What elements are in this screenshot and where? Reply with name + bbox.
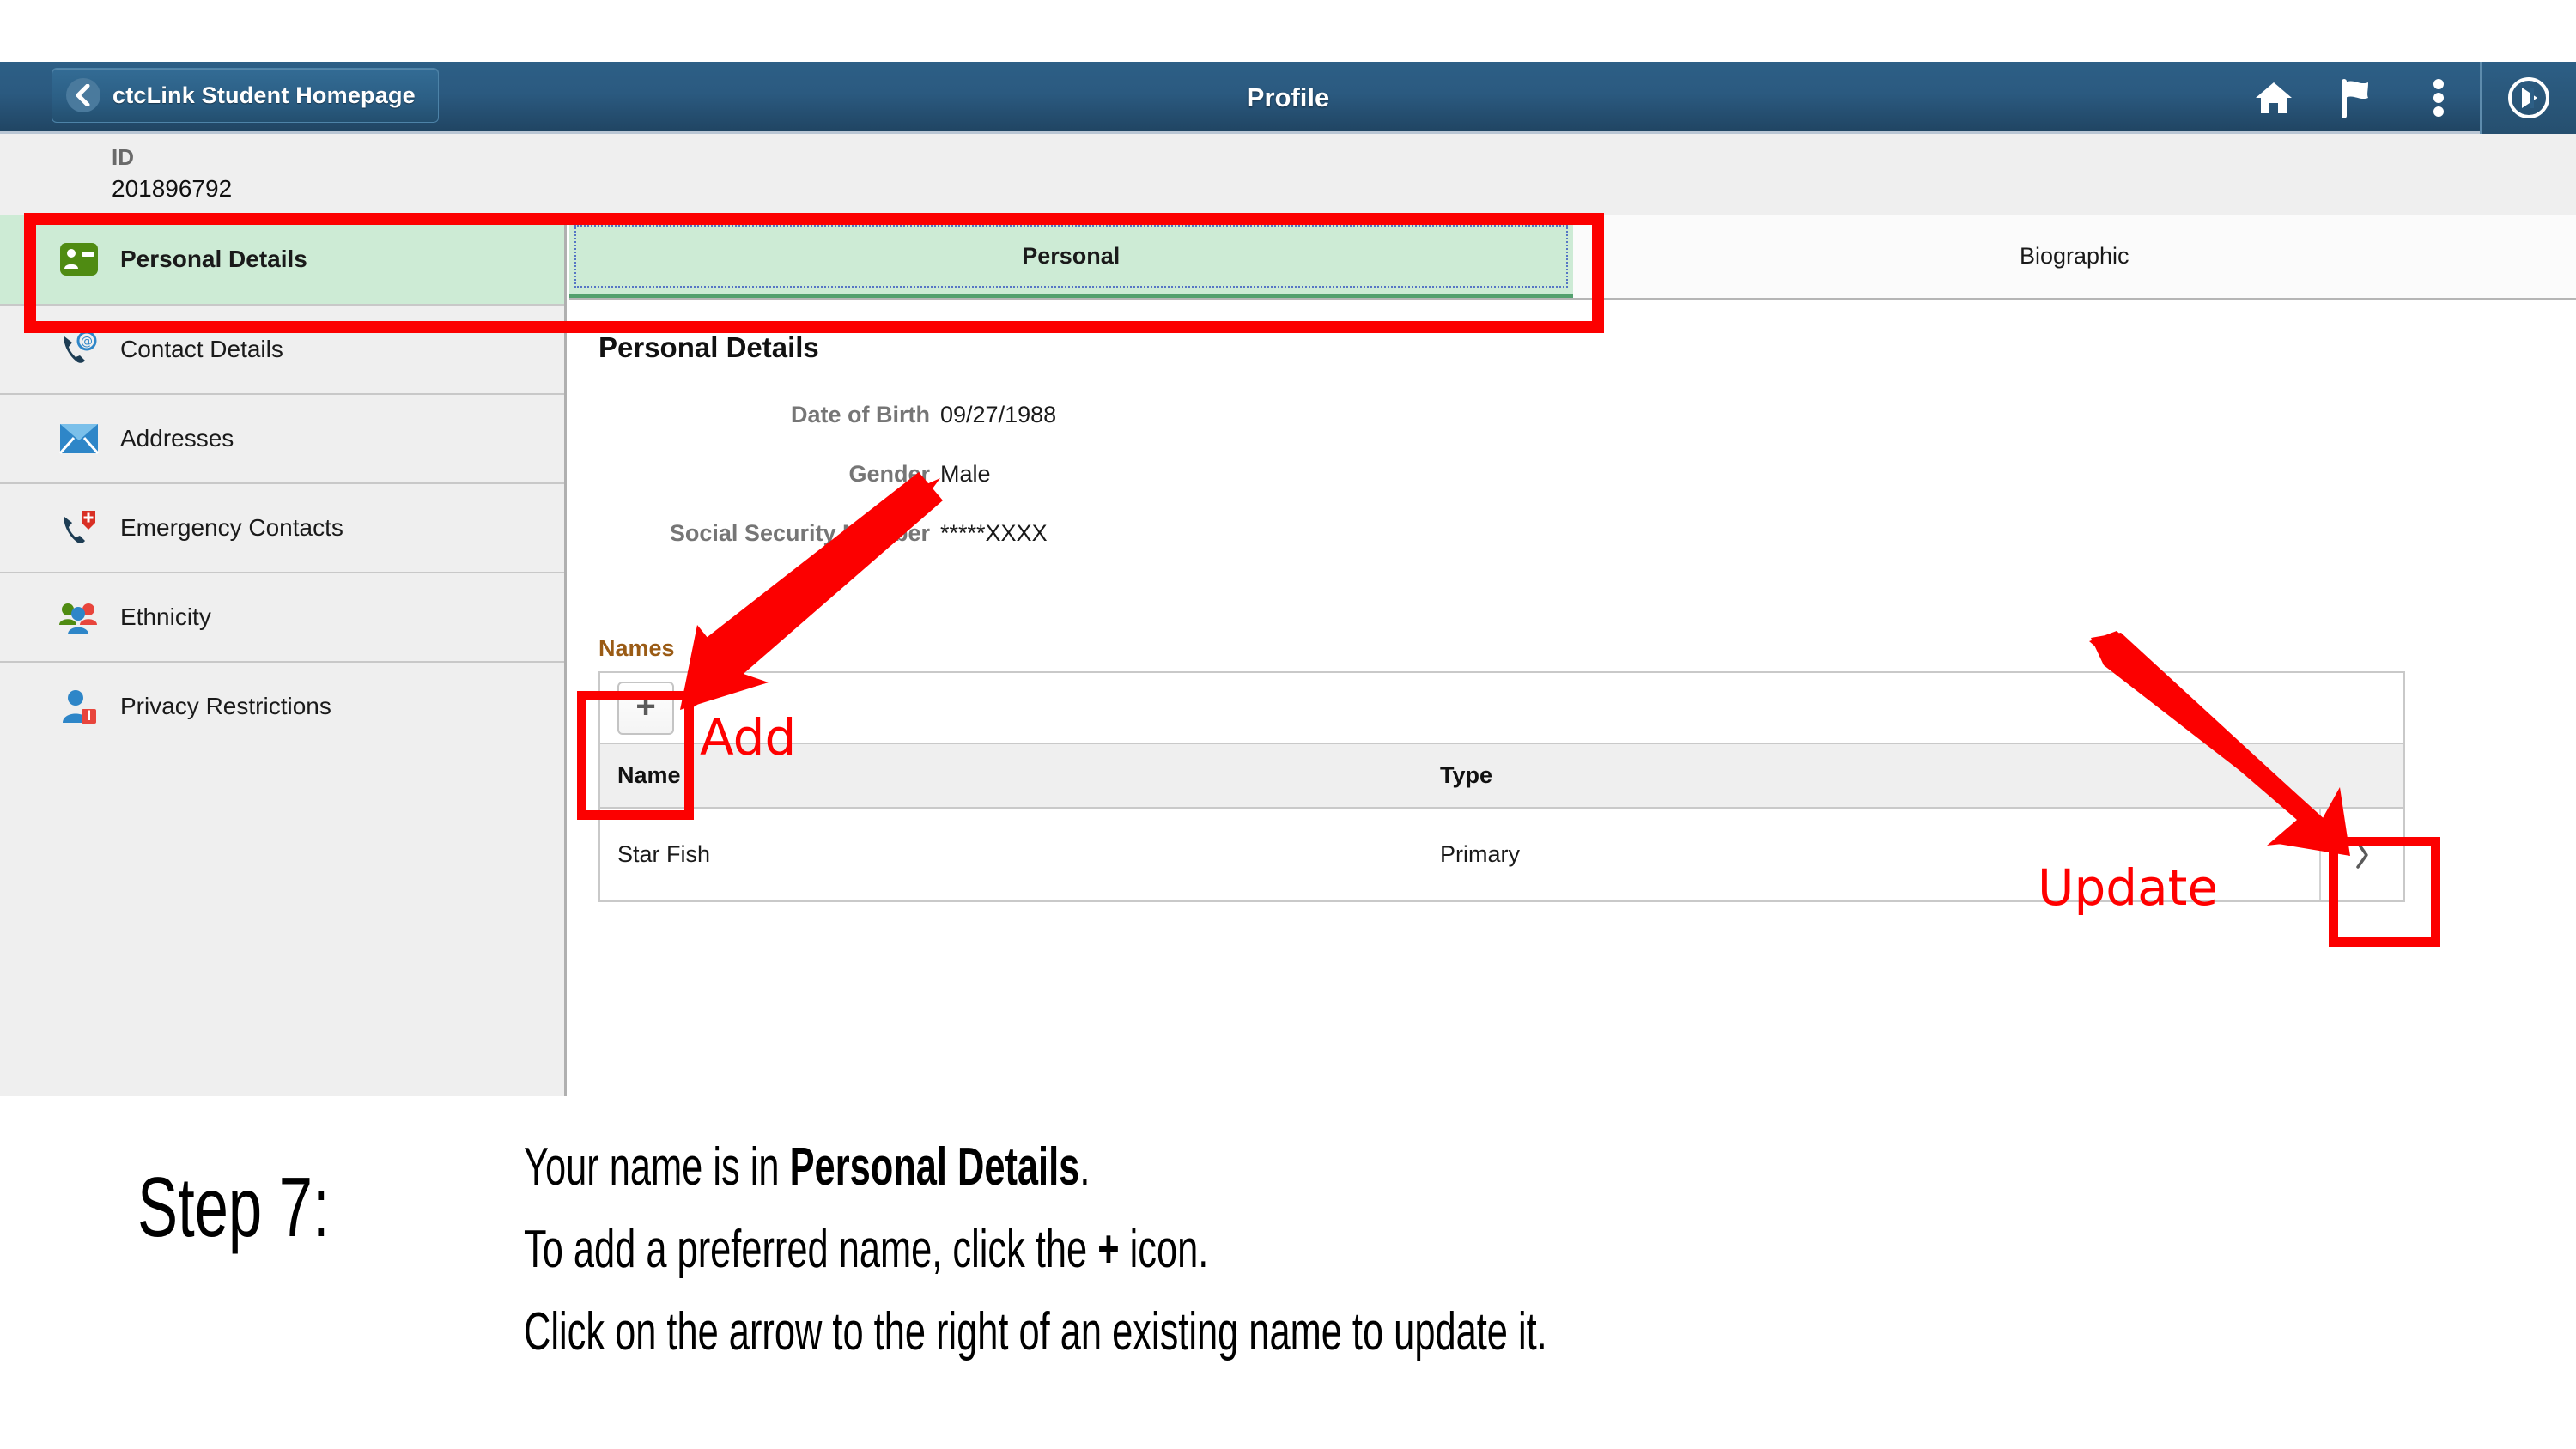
caption-line1-pre: Your name is in bbox=[524, 1137, 790, 1197]
sidebar-item-label: Personal Details bbox=[120, 246, 307, 272]
svg-text:@: @ bbox=[81, 335, 93, 349]
cell-type: Primary bbox=[1440, 841, 1520, 867]
id-label: ID bbox=[112, 144, 134, 170]
names-grid-toolbar: + bbox=[600, 673, 2403, 744]
app-window: ctcLink Student Homepage Profile ID 2018… bbox=[0, 62, 2576, 1096]
field-date-of-birth: Date of Birth 09/27/1988 bbox=[569, 402, 1583, 461]
app-header: ctcLink Student Homepage Profile bbox=[0, 62, 2576, 134]
field-label: Date of Birth bbox=[791, 402, 930, 427]
column-header-name: Name bbox=[617, 762, 681, 788]
plus-icon: + bbox=[635, 687, 656, 725]
field-label: Gender bbox=[848, 461, 930, 487]
caption-line-3: Click on the arrow to the right of an ex… bbox=[524, 1302, 1547, 1361]
back-button-label: ctcLink Student Homepage bbox=[112, 82, 416, 108]
names-grid: + Name Type Star Fish Primary bbox=[598, 671, 2405, 902]
row-detail-chevron-button[interactable] bbox=[2319, 809, 2403, 900]
phone-at-icon: @ bbox=[58, 329, 100, 370]
add-name-button[interactable]: + bbox=[617, 681, 674, 735]
sidebar-item-personal-details[interactable]: Personal Details bbox=[0, 215, 564, 304]
header-icon-group bbox=[2233, 62, 2576, 134]
caption-line-1: Your name is in Personal Details. bbox=[524, 1126, 1547, 1209]
caption-line1-post: . bbox=[1079, 1137, 1091, 1197]
column-header-type: Type bbox=[1440, 762, 1493, 788]
tab-personal-label: Personal bbox=[574, 225, 1568, 288]
caption-text: Your name is in Personal Details. To add… bbox=[524, 1126, 1547, 1373]
tab-biographic[interactable]: Biographic bbox=[1572, 215, 2576, 298]
actions-menu-icon[interactable] bbox=[2397, 62, 2480, 134]
sidebar-item-ethnicity[interactable]: Ethnicity bbox=[0, 572, 564, 661]
field-gender: Gender Male bbox=[569, 461, 1583, 520]
person-info-icon bbox=[58, 686, 100, 727]
sidebar-item-contact-details[interactable]: @ Contact Details bbox=[0, 304, 564, 393]
id-strip: ID 201896792 bbox=[0, 134, 2576, 215]
caption-line2-bold: + bbox=[1097, 1220, 1120, 1279]
chevron-right-icon bbox=[2356, 840, 2368, 869]
section-title: Personal Details bbox=[598, 331, 819, 363]
sidebar-item-privacy-restrictions[interactable]: Privacy Restrictions bbox=[0, 661, 564, 750]
caption-step-number: Step 7: bbox=[137, 1160, 330, 1254]
cell-name: Star Fish bbox=[617, 841, 711, 867]
tab-bar: Personal Biographic bbox=[569, 215, 2576, 300]
sidebar-item-label: Addresses bbox=[120, 425, 234, 452]
navbar-icon[interactable] bbox=[2480, 62, 2576, 134]
caption-line2-pre: To add a preferred name, click the bbox=[524, 1220, 1098, 1279]
back-to-homepage-button[interactable]: ctcLink Student Homepage bbox=[52, 68, 439, 123]
content-area: Personal Biographic Personal Details Dat… bbox=[569, 215, 2576, 1096]
field-value: 09/27/1988 bbox=[940, 402, 1057, 427]
names-group-label: Names bbox=[598, 635, 675, 661]
tab-biographic-label: Biographic bbox=[2019, 243, 2129, 269]
home-icon[interactable] bbox=[2233, 62, 2315, 134]
field-social-security-number: Social Security Number *****XXXX bbox=[569, 520, 1583, 579]
tab-personal[interactable]: Personal bbox=[569, 215, 1573, 298]
sidebar-item-label: Emergency Contacts bbox=[120, 514, 343, 541]
people-group-icon bbox=[58, 597, 100, 638]
field-value: *****XXXX bbox=[940, 520, 1048, 546]
id-card-icon bbox=[58, 239, 100, 280]
sidebar-item-label: Ethnicity bbox=[120, 603, 211, 630]
sidebar-item-emergency-contacts[interactable]: Emergency Contacts bbox=[0, 482, 564, 572]
chevron-left-icon bbox=[66, 78, 100, 112]
sidebar-item-addresses[interactable]: Addresses bbox=[0, 393, 564, 482]
id-value: 201896792 bbox=[112, 175, 233, 202]
envelope-icon bbox=[58, 418, 100, 459]
table-row[interactable]: Star Fish Primary bbox=[600, 809, 2403, 900]
field-label: Social Security Number bbox=[669, 520, 930, 546]
sidebar-item-label: Privacy Restrictions bbox=[120, 693, 331, 719]
caption-line2-post: icon. bbox=[1119, 1220, 1209, 1279]
field-value: Male bbox=[940, 461, 991, 487]
names-grid-header: Name Type bbox=[600, 744, 2403, 809]
phone-medical-icon bbox=[58, 507, 100, 549]
caption-block: Step 7: Your name is in Personal Details… bbox=[0, 1107, 2576, 1449]
caption-line1-bold: Personal Details bbox=[789, 1137, 1080, 1197]
sidebar-item-label: Contact Details bbox=[120, 336, 283, 362]
caption-line-2: To add a preferred name, click the + ico… bbox=[524, 1209, 1547, 1291]
flag-icon[interactable] bbox=[2315, 62, 2397, 134]
sidebar: Personal Details @ Contact Details Addre… bbox=[0, 215, 567, 1096]
